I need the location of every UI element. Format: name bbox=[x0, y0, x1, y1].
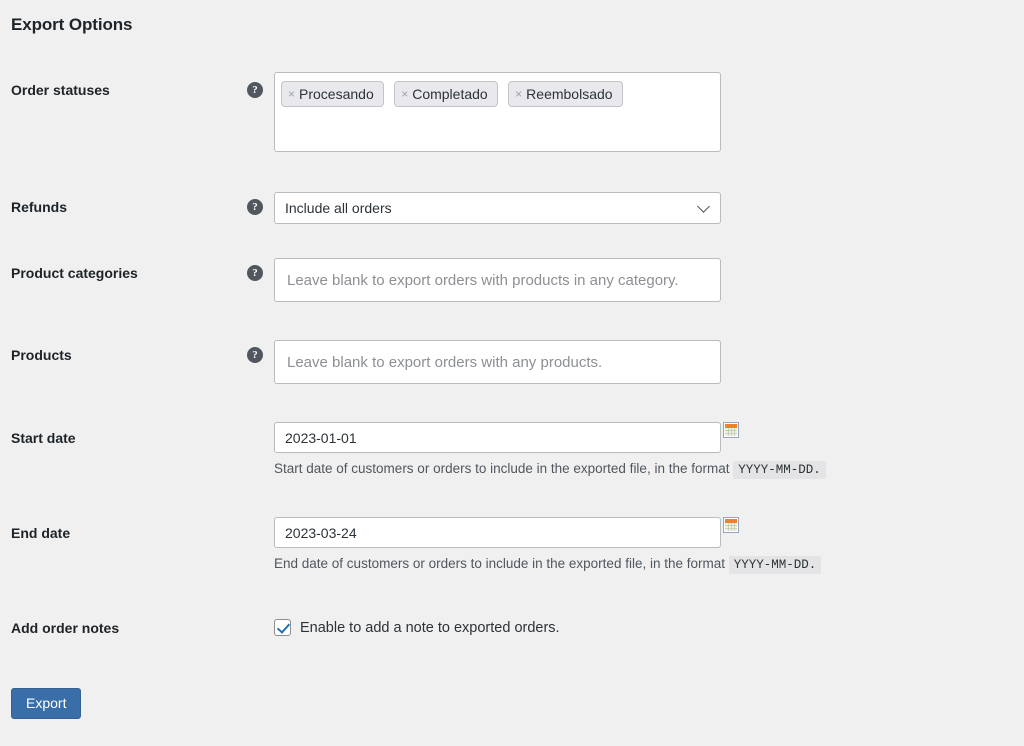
page-title: Export Options bbox=[11, 15, 133, 34]
end-date-label: End date bbox=[11, 525, 71, 541]
refunds-label: Refunds bbox=[11, 199, 67, 215]
tag-label: Reembolsado bbox=[526, 86, 613, 102]
products-placeholder: Leave blank to export orders with any pr… bbox=[287, 353, 603, 371]
tag-item[interactable]: × Reembolsado bbox=[508, 81, 623, 107]
start-date-value: 2023-01-01 bbox=[285, 429, 357, 446]
calendar-icon[interactable] bbox=[723, 422, 739, 438]
help-icon[interactable]: ? bbox=[247, 347, 263, 363]
product-categories-label: Product categories bbox=[11, 265, 138, 281]
tag-label: Procesando bbox=[299, 86, 374, 102]
help-icon[interactable]: ? bbox=[247, 265, 263, 281]
start-date-description: Start date of customers or orders to inc… bbox=[274, 461, 826, 479]
order-statuses-label: Order statuses bbox=[11, 82, 110, 98]
chevron-down-icon bbox=[697, 200, 710, 213]
export-button[interactable]: Export bbox=[11, 688, 82, 719]
help-icon[interactable]: ? bbox=[247, 82, 263, 98]
start-date-label: Start date bbox=[11, 430, 76, 446]
end-date-description: End date of customers or orders to inclu… bbox=[274, 556, 822, 574]
tag-label: Completado bbox=[412, 86, 488, 102]
calendar-icon[interactable] bbox=[723, 517, 739, 533]
export-options-page: Export Options Order statuses ? × Proces… bbox=[0, 0, 1024, 746]
end-date-description-text: End date of customers or orders to inclu… bbox=[274, 556, 725, 571]
end-date-value: 2023-03-24 bbox=[285, 524, 357, 541]
refunds-select[interactable]: Include all orders bbox=[274, 192, 721, 224]
order-statuses-tag-input[interactable]: × Procesando × Completado × Reembolsado bbox=[274, 72, 721, 152]
tag-item[interactable]: × Completado bbox=[394, 81, 498, 107]
add-order-notes-checkbox-wrap[interactable]: Enable to add a note to exported orders. bbox=[274, 619, 560, 636]
product-categories-input[interactable]: Leave blank to export orders with produc… bbox=[274, 258, 721, 302]
product-categories-placeholder: Leave blank to export orders with produc… bbox=[287, 271, 679, 289]
tag-item[interactable]: × Procesando bbox=[281, 81, 384, 107]
tag-remove-icon[interactable]: × bbox=[515, 88, 522, 100]
products-input[interactable]: Leave blank to export orders with any pr… bbox=[274, 340, 721, 384]
end-date-format-code: YYYY-MM-DD. bbox=[728, 556, 822, 574]
start-date-format-code: YYYY-MM-DD. bbox=[733, 461, 826, 479]
refunds-selected-value: Include all orders bbox=[285, 200, 392, 216]
add-order-notes-checkbox[interactable] bbox=[274, 619, 291, 636]
add-order-notes-checkbox-label[interactable]: Enable to add a note to exported orders. bbox=[300, 620, 560, 636]
start-date-input[interactable]: 2023-01-01 bbox=[274, 422, 721, 453]
tag-remove-icon[interactable]: × bbox=[401, 88, 408, 100]
tag-remove-icon[interactable]: × bbox=[288, 88, 295, 100]
start-date-description-text: Start date of customers or orders to inc… bbox=[274, 461, 730, 476]
help-icon[interactable]: ? bbox=[247, 199, 263, 215]
products-label: Products bbox=[11, 347, 72, 363]
end-date-input[interactable]: 2023-03-24 bbox=[274, 517, 721, 548]
add-order-notes-label: Add order notes bbox=[11, 620, 120, 636]
